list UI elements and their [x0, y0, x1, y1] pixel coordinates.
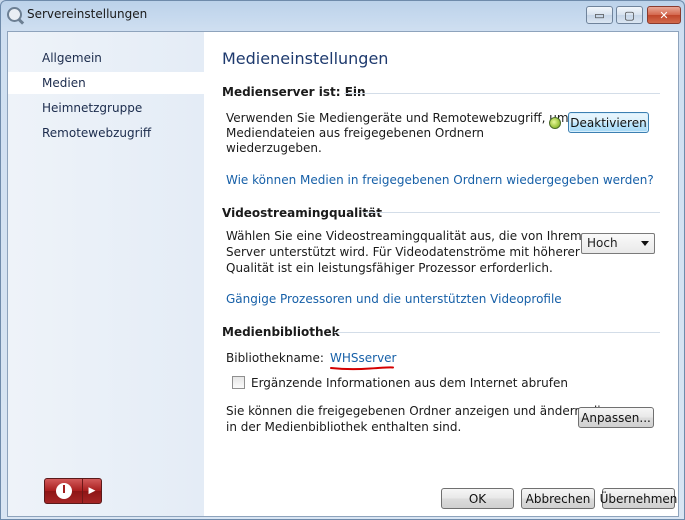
- video-quality-desc-3: Qualität ist ein leistungsfähiger Prozes…: [226, 261, 553, 275]
- video-quality-value: Hoch: [587, 236, 618, 250]
- video-quality-desc-2: Server unterstützt wird. Für Videodatens…: [226, 245, 580, 259]
- power-icon: [55, 483, 72, 499]
- sidebar-item-medien[interactable]: Medien: [8, 72, 204, 94]
- sidebar: Allgemein Medien Heimnetzgruppe Remotewe…: [8, 32, 204, 516]
- section-divider: [364, 212, 660, 213]
- video-profiles-link[interactable]: Gängige Prozessoren und die unterstützte…: [226, 292, 562, 306]
- chevron-down-icon: [641, 241, 649, 246]
- main-panel: Medieneinstellungen Medienserver ist: Ei…: [204, 32, 678, 516]
- internet-info-label[interactable]: Ergänzende Informationen aus dem Interne…: [251, 376, 568, 391]
- title-bar[interactable]: Servereinstellungen ▭ ▢ ✕: [1, 1, 684, 29]
- close-icon: ✕: [659, 8, 669, 22]
- maximize-button[interactable]: ▢: [616, 6, 643, 24]
- library-desc-1: Sie können die freigegebenen Ordner anze…: [226, 404, 609, 418]
- sidebar-item-heimnetzgruppe[interactable]: Heimnetzgruppe: [8, 97, 204, 119]
- section-divider: [334, 332, 660, 333]
- apply-button[interactable]: Übernehmen: [600, 488, 677, 509]
- window-title: Servereinstellungen: [27, 7, 148, 21]
- media-server-desc-2: Mediendateien aus freigegebenen Ordnern: [226, 126, 485, 140]
- client-area: Allgemein Medien Heimnetzgruppe Remotewe…: [7, 31, 679, 517]
- deactivate-button[interactable]: Deaktivieren: [568, 112, 649, 133]
- sidebar-item-allgemein[interactable]: Allgemein: [8, 47, 204, 69]
- sidebar-item-remotewebzugriff[interactable]: Remotewebzugriff: [8, 122, 204, 144]
- minimize-icon: ▭: [594, 8, 605, 22]
- red-underline-annotation: [330, 366, 394, 371]
- cancel-button[interactable]: Abbrechen: [521, 488, 595, 509]
- chevron-right-icon: ▶: [88, 486, 96, 496]
- status-green-icon: [549, 117, 561, 129]
- customize-button[interactable]: Anpassen...: [578, 407, 654, 428]
- ok-button[interactable]: OK: [441, 488, 514, 509]
- search-app-icon: [7, 7, 22, 22]
- media-server-desc-3: wiederzugeben.: [226, 141, 322, 155]
- minimize-button[interactable]: ▭: [586, 6, 613, 24]
- page-title: Medieneinstellungen: [222, 49, 389, 68]
- video-quality-heading: Videostreamingqualität: [222, 206, 382, 220]
- media-server-heading: Medienserver ist: Ein: [222, 85, 366, 99]
- video-quality-desc-1: Wählen Sie eine Videostreamingqualität a…: [226, 229, 582, 243]
- shutdown-main[interactable]: [45, 479, 83, 503]
- library-desc-2: in der Medienbibliothek enthalten sind.: [226, 420, 462, 434]
- section-divider: [344, 93, 660, 94]
- settings-window: Servereinstellungen ▭ ▢ ✕ Allgemein Medi…: [0, 0, 685, 520]
- library-name-value[interactable]: WHSserver: [330, 351, 397, 365]
- shutdown-menu-arrow[interactable]: ▶: [83, 479, 101, 503]
- library-name-label: Bibliothekname:: [226, 351, 324, 365]
- media-library-heading: Medienbibliothek: [222, 325, 340, 339]
- media-help-link[interactable]: Wie können Medien in freigegebenen Ordne…: [226, 173, 654, 187]
- media-server-desc-1: Verwenden Sie Mediengeräte und Remoteweb…: [226, 111, 569, 125]
- shutdown-button[interactable]: ▶: [44, 478, 102, 504]
- maximize-icon: ▢: [624, 8, 635, 22]
- video-quality-select[interactable]: Hoch: [581, 233, 655, 254]
- close-button[interactable]: ✕: [647, 6, 681, 24]
- internet-info-checkbox[interactable]: [232, 376, 245, 389]
